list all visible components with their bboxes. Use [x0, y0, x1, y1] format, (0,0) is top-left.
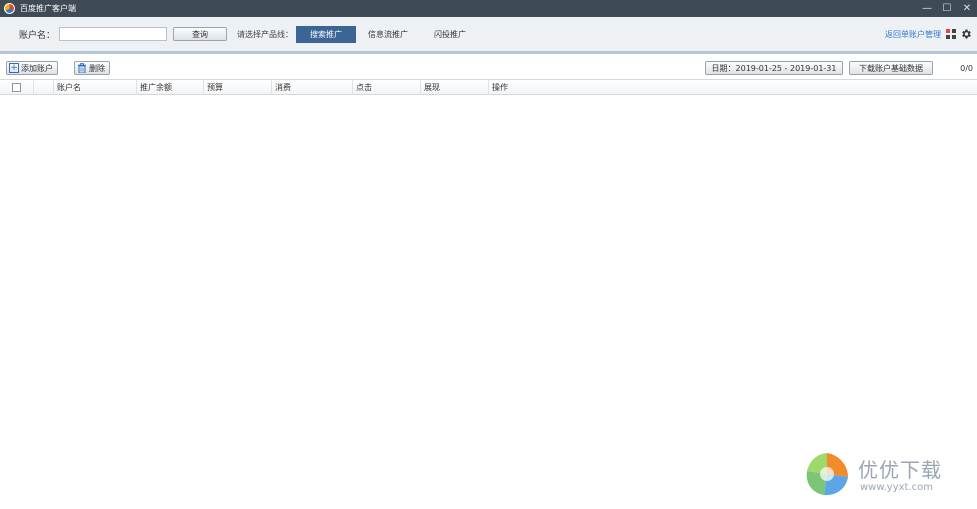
- table-body: [0, 95, 977, 509]
- column-header-budget[interactable]: 预算: [204, 80, 272, 95]
- watermark-text: 优优下载: [858, 458, 942, 482]
- app-logo-icon: [4, 3, 15, 14]
- close-button[interactable]: ✕: [957, 0, 977, 17]
- column-header-impressions[interactable]: 展现: [421, 80, 489, 95]
- tab-flash-promotion[interactable]: 闪投推广: [420, 26, 480, 43]
- account-name-input[interactable]: [59, 27, 168, 41]
- date-range-button[interactable]: 日期：2019-01-25 - 2019-01-31: [705, 61, 843, 75]
- column-header-actions: 操作: [492, 83, 508, 92]
- watermark-url: www.yyxt.com: [860, 482, 934, 493]
- select-all-cell: [0, 80, 34, 95]
- watermark: 优优下载 www.yyxt.com: [804, 451, 954, 499]
- product-line-label: 请选择产品线：: [237, 29, 294, 39]
- delete-button[interactable]: 删除: [74, 61, 110, 75]
- column-header-balance[interactable]: 推广余额: [137, 80, 204, 95]
- column-header-cost[interactable]: 消费: [272, 80, 353, 95]
- column-header-account[interactable]: 账户名: [54, 80, 137, 95]
- apps-grid-icon[interactable]: [946, 29, 956, 39]
- query-button[interactable]: 查询: [173, 27, 228, 41]
- toolbar-right: 返回单账户管理: [885, 17, 977, 51]
- delete-label: 删除: [89, 63, 105, 73]
- maximize-button[interactable]: ☐: [937, 0, 957, 17]
- title-bar: 百度推广客户端 — ☐ ✕: [0, 0, 977, 17]
- download-basic-data-button[interactable]: 下载账户基础数据: [849, 61, 933, 75]
- add-account-button[interactable]: + 添加账户: [6, 61, 58, 75]
- back-to-single-account-link[interactable]: 返回单账户管理: [885, 29, 941, 40]
- search-toolbar: 账户名： 查询 请选择产品线： 搜索推广 信息流推广 闪投推广 返回单账户管理: [0, 17, 977, 54]
- select-all-checkbox[interactable]: [12, 83, 21, 92]
- header-spacer: [34, 80, 54, 95]
- add-account-label: 添加账户: [21, 63, 53, 73]
- action-bar: + 添加账户 删除 日期：2019-01-25 - 2019-01-31 下载账…: [0, 57, 977, 79]
- watermark-logo-icon: [806, 453, 848, 496]
- table-header: 账户名 推广余额 预算 消费 点击 展现 操作: [0, 79, 977, 95]
- trash-icon: [78, 63, 86, 73]
- tab-feed-promotion[interactable]: 信息流推广: [356, 26, 420, 43]
- plus-icon: +: [9, 63, 19, 73]
- record-count: 0/0: [960, 63, 973, 73]
- app-title: 百度推广客户端: [20, 4, 76, 13]
- minimize-button[interactable]: —: [917, 0, 937, 17]
- window-controls: — ☐ ✕: [917, 0, 977, 17]
- account-name-label: 账户名：: [19, 30, 56, 41]
- tab-search-promotion[interactable]: 搜索推广: [296, 25, 357, 43]
- gear-icon[interactable]: [960, 28, 972, 40]
- column-header-clicks[interactable]: 点击: [353, 80, 421, 95]
